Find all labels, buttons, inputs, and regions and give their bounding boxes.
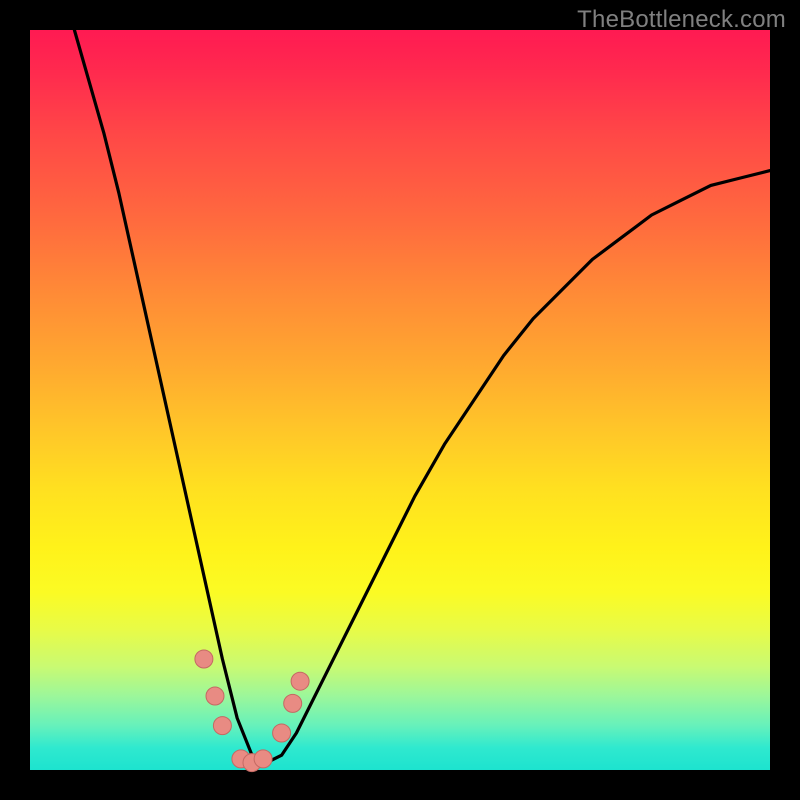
chart-svg <box>30 30 770 770</box>
data-marker <box>291 672 309 690</box>
plot-area <box>30 30 770 770</box>
bottleneck-curve <box>74 30 770 763</box>
data-marker <box>195 650 213 668</box>
data-marker <box>254 750 272 768</box>
chart-frame: TheBottleneck.com <box>0 0 800 800</box>
curve-layer <box>74 30 770 763</box>
marker-layer <box>195 650 309 772</box>
data-marker <box>273 724 291 742</box>
data-marker <box>284 694 302 712</box>
watermark-text: TheBottleneck.com <box>577 6 786 34</box>
data-marker <box>213 717 231 735</box>
data-marker <box>206 687 224 705</box>
